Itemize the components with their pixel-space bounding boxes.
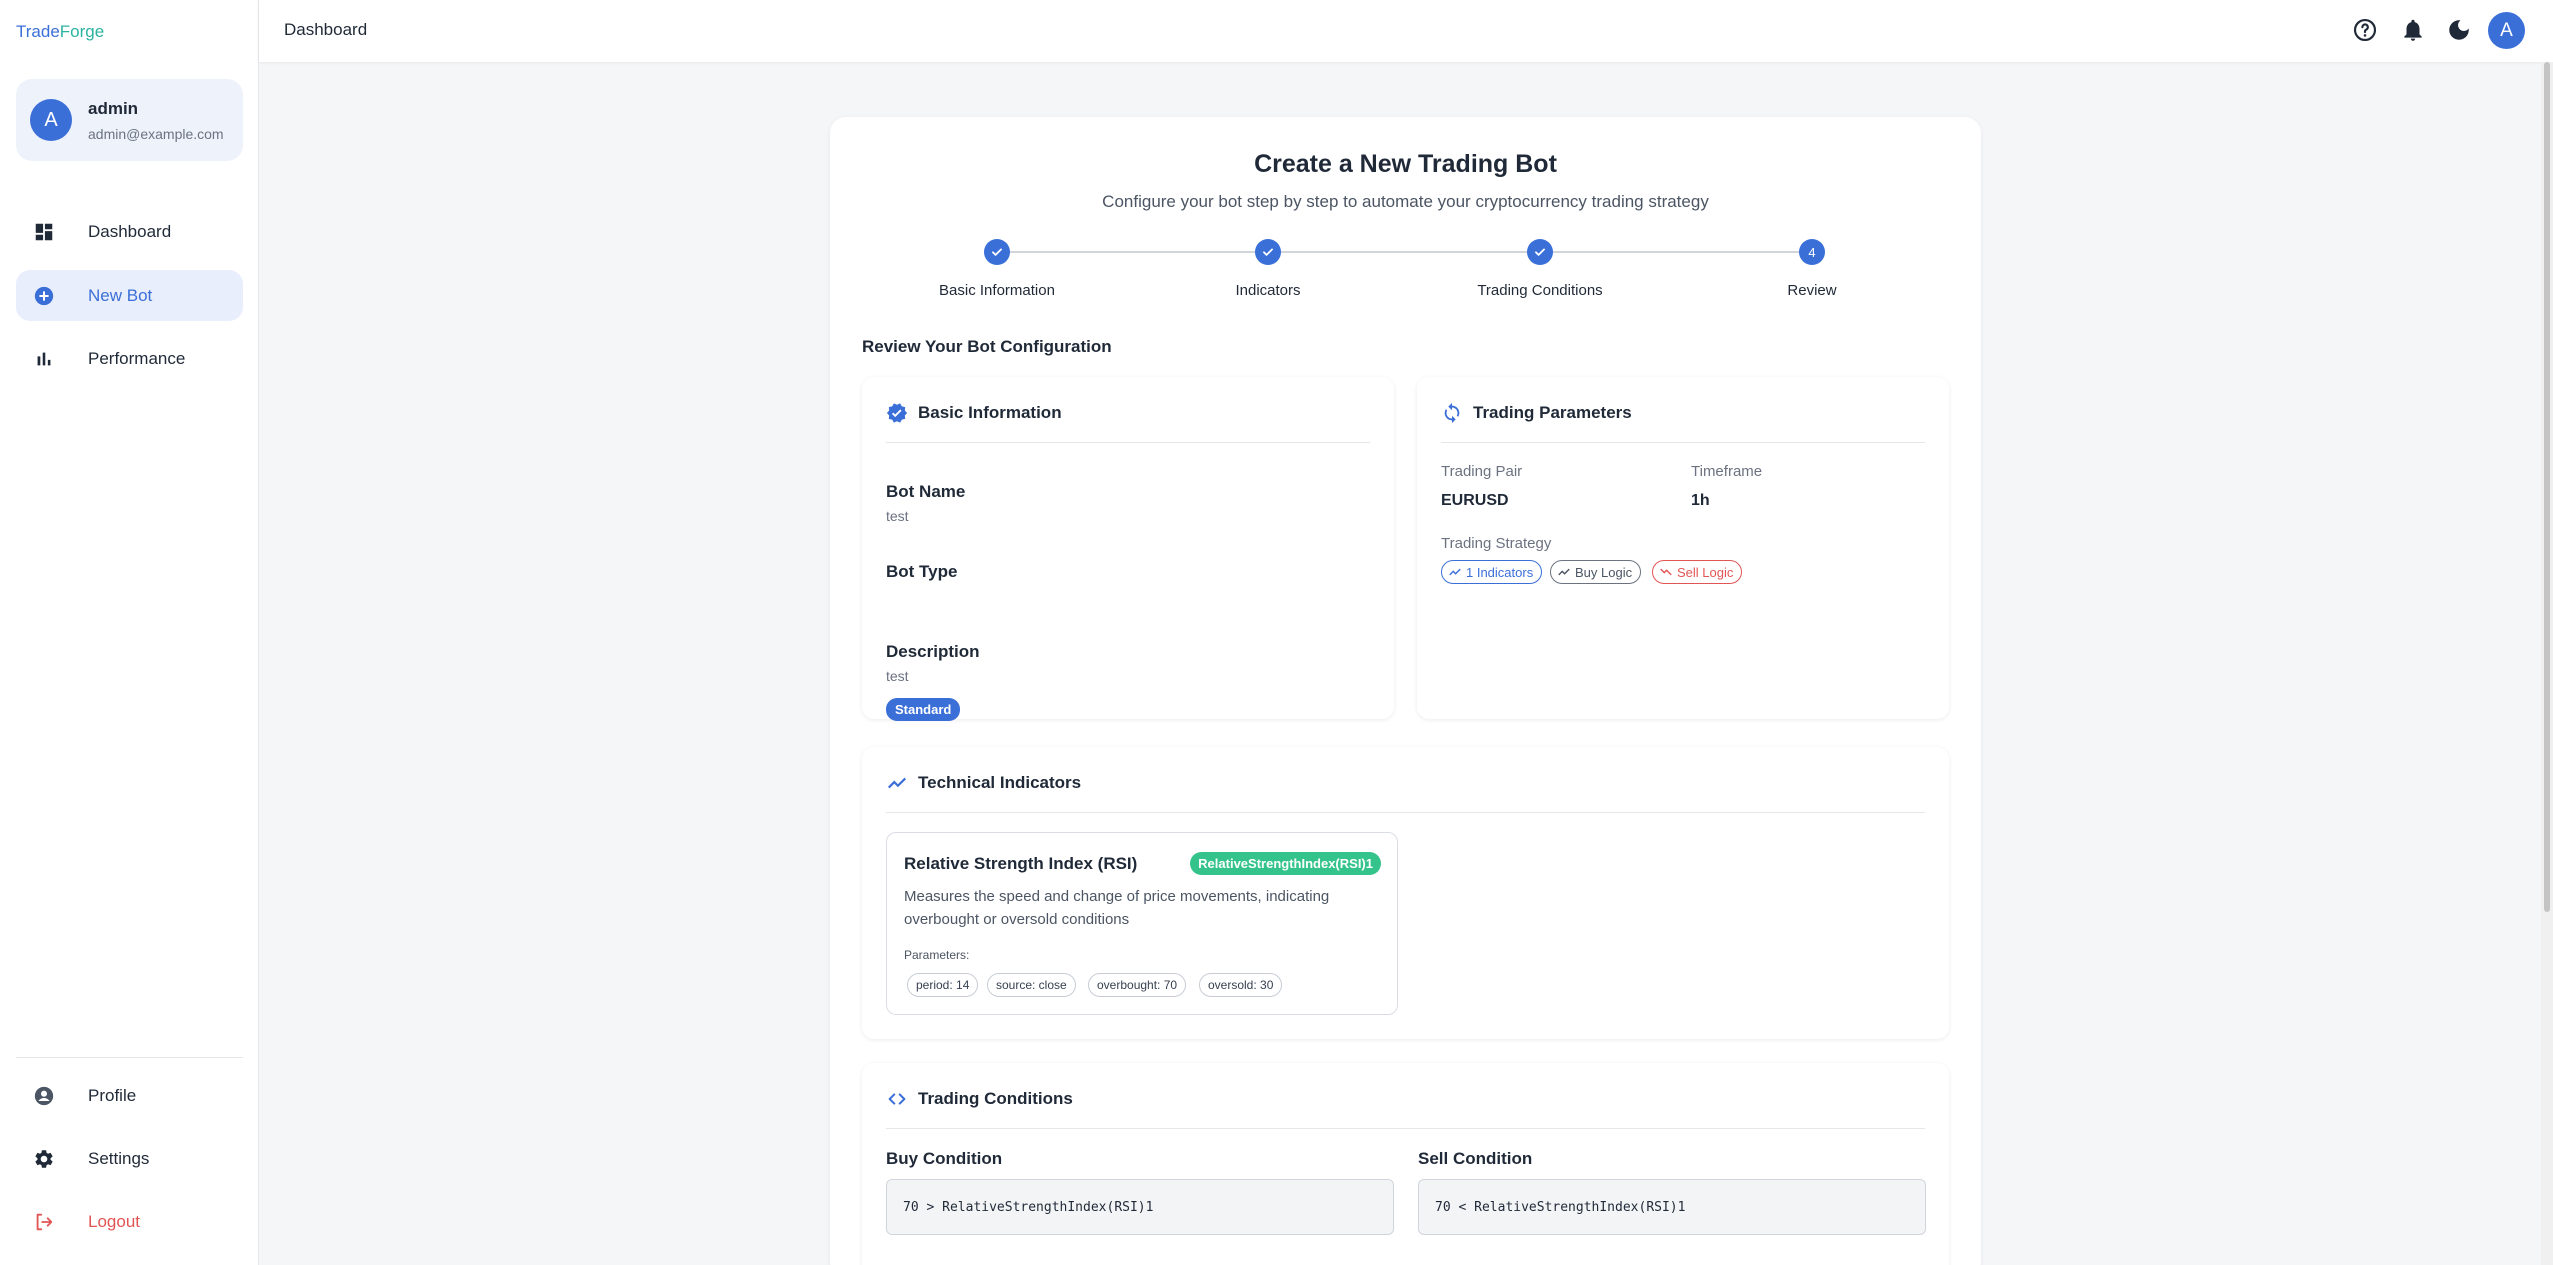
bot-name-value: test <box>886 508 909 524</box>
stepper-connector <box>1540 251 1799 253</box>
dashboard-icon <box>35 223 53 241</box>
step-label[interactable]: Review <box>1702 282 1922 299</box>
bar-chart-icon <box>37 352 51 366</box>
indicator-name: Relative Strength Index (RSI) <box>904 854 1138 873</box>
sidebar-item-logout[interactable]: Logout <box>16 1196 243 1247</box>
step-label[interactable]: Trading Conditions <box>1430 282 1650 299</box>
brand-logo[interactable]: TradeForge <box>16 22 104 42</box>
sidebar-item-profile[interactable]: Profile <box>16 1070 243 1121</box>
sidebar-item-label: New Bot <box>88 285 153 305</box>
account-circle-icon <box>34 1086 54 1106</box>
code-icon <box>888 1093 906 1105</box>
panel-header: Trading Parameters <box>1441 401 1925 443</box>
page-title: Dashboard <box>284 20 368 39</box>
timeframe-label: Timeframe <box>1691 463 1763 480</box>
panel-title: Trading Parameters <box>1473 403 1632 422</box>
sidebar-item-label: Settings <box>88 1148 150 1168</box>
basic-info-panel: Basic Information Bot Name test Bot Type… <box>862 377 1394 721</box>
sidebar-item-settings[interactable]: Settings <box>16 1133 243 1184</box>
sell-condition-label: Sell Condition <box>1418 1149 1533 1168</box>
buy-logic-chip: Buy Logic <box>1550 560 1642 584</box>
sidebar: TradeForge A admin admin@example.com Das… <box>0 0 259 1265</box>
dark-mode-icon[interactable] <box>2446 17 2472 43</box>
step-2-check-icon[interactable] <box>1255 239 1281 265</box>
indicator-id-badge: RelativeStrengthIndex(RSI)1 <box>1190 852 1381 875</box>
trending-up-icon <box>887 777 907 789</box>
avatar[interactable]: A <box>2488 12 2525 49</box>
trading-params-panel: Trading Parameters Trading Pair EURUSD T… <box>1417 377 1949 719</box>
step-3-check-icon[interactable] <box>1527 239 1553 265</box>
trading-strategy-label: Trading Strategy <box>1441 535 1552 552</box>
sidebar-divider <box>16 1057 243 1058</box>
step-label[interactable]: Indicators <box>1158 282 1378 299</box>
bot-type-label: Bot Type <box>886 562 958 581</box>
sell-logic-chip: Sell Logic <box>1652 560 1743 584</box>
review-heading: Review Your Bot Configuration <box>862 337 1112 356</box>
description-value: test <box>886 668 909 684</box>
panel-header: Trading Conditions <box>886 1087 1925 1129</box>
step-label[interactable]: Basic Information <box>887 282 1107 299</box>
scrollbar[interactable] <box>2541 62 2553 1265</box>
trading-conditions-panel: Trading Conditions Buy Condition 70 > Re… <box>862 1063 1949 1265</box>
panel-title: Trading Conditions <box>918 1089 1073 1108</box>
trending-down-icon <box>1660 568 1672 576</box>
create-bot-card: Create a New Trading Bot Configure your … <box>830 117 1981 1265</box>
sell-condition-code: 70 < RelativeStrengthIndex(RSI)1 <box>1418 1179 1926 1235</box>
bell-icon[interactable] <box>2400 17 2426 43</box>
sync-icon <box>1444 402 1460 424</box>
gear-icon <box>35 1150 53 1168</box>
parameters-label: Parameters: <box>904 948 970 962</box>
param-chip: source: close <box>987 973 1076 997</box>
add-circle-icon <box>34 286 54 306</box>
panel-header: Technical Indicators <box>886 771 1925 813</box>
bot-type-badge: Standard <box>886 698 961 721</box>
avatar: A <box>30 99 72 141</box>
panel-title: Basic Information <box>918 403 1062 422</box>
sidebar-item-label: Logout <box>88 1211 140 1231</box>
scrollbar-thumb[interactable] <box>2544 62 2550 912</box>
technical-indicators-panel: Technical Indicators Relative Strength I… <box>862 747 1949 1039</box>
param-chip: overbought: 70 <box>1088 973 1187 997</box>
timeframe-value: 1h <box>1691 492 1710 509</box>
sidebar-item-dashboard[interactable]: Dashboard <box>16 206 243 257</box>
buy-condition-label: Buy Condition <box>886 1149 1003 1168</box>
stepper-connector <box>1268 251 1527 253</box>
buy-condition-code: 70 > RelativeStrengthIndex(RSI)1 <box>886 1179 1394 1235</box>
user-email: admin@example.com <box>88 126 224 142</box>
help-icon[interactable] <box>2352 17 2378 43</box>
param-chip: period: 14 <box>907 973 979 997</box>
sidebar-item-label: Performance <box>88 348 186 368</box>
indicators-chip: 1 Indicators <box>1441 560 1543 584</box>
top-bar: Dashboard A <box>259 0 2553 62</box>
trading-pair-value: EURUSD <box>1441 492 1509 509</box>
logout-icon <box>36 1213 53 1231</box>
param-chip: oversold: 30 <box>1199 973 1283 997</box>
verified-icon <box>886 403 908 423</box>
sidebar-item-new-bot[interactable]: New Bot <box>16 270 243 321</box>
page-subtitle: Configure your bot step by step to autom… <box>1102 192 1709 211</box>
sidebar-item-label: Profile <box>88 1085 137 1105</box>
trending-up-icon <box>1558 568 1570 576</box>
sidebar-item-performance[interactable]: Performance <box>16 333 243 384</box>
user-name: admin <box>88 99 139 118</box>
indicator-description: Measures the speed and change of price m… <box>904 888 1330 928</box>
sidebar-item-label: Dashboard <box>88 221 172 241</box>
user-card[interactable]: A admin admin@example.com <box>16 79 243 161</box>
page-heading: Create a New Trading Bot <box>1254 150 1557 178</box>
trending-up-icon <box>1449 568 1461 576</box>
indicator-card: Relative Strength Index (RSI) RelativeSt… <box>886 832 1398 1015</box>
step-4-number[interactable]: 4 <box>1799 239 1825 265</box>
panel-title: Technical Indicators <box>918 773 1082 792</box>
bot-name-label: Bot Name <box>886 482 966 501</box>
step-1-check-icon[interactable] <box>984 239 1010 265</box>
stepper-connector <box>997 251 1255 253</box>
panel-header: Basic Information <box>886 401 1370 443</box>
trading-pair-label: Trading Pair <box>1441 463 1523 480</box>
description-label: Description <box>886 642 980 661</box>
